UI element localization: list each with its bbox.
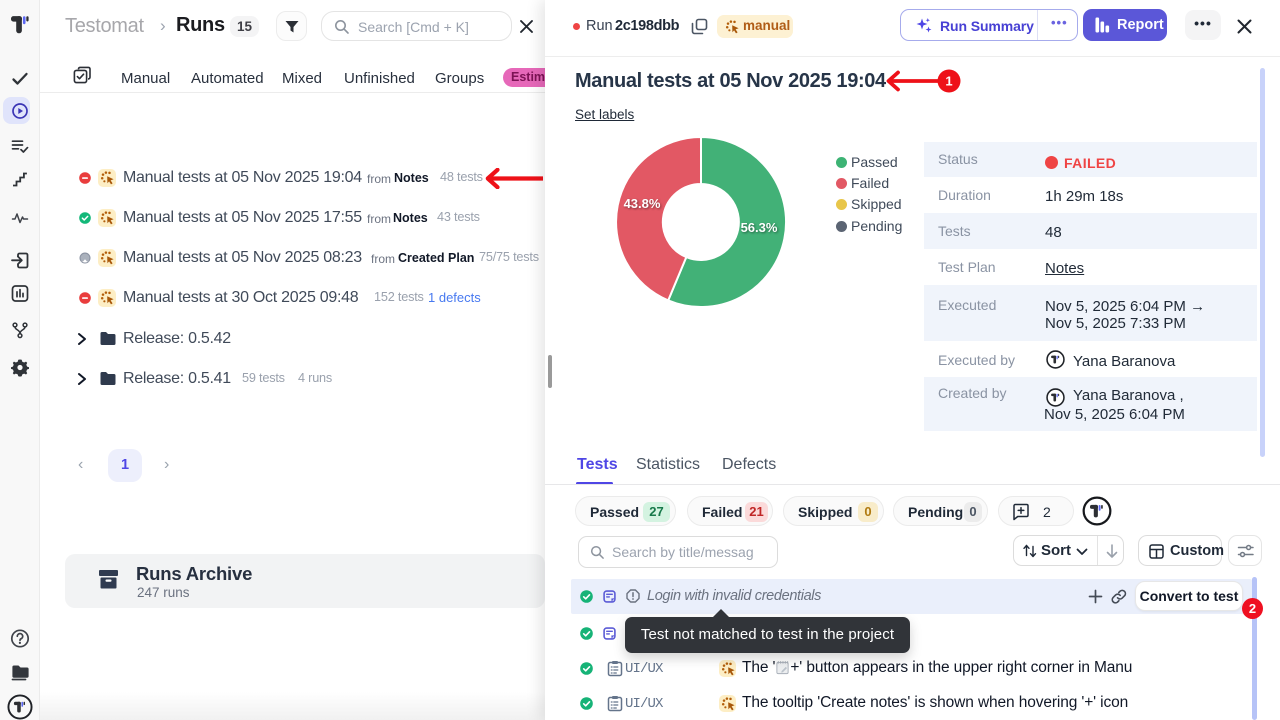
svg-text:43.8%: 43.8% <box>624 196 661 211</box>
svg-text:1: 1 <box>945 74 952 89</box>
svg-text:56.3%: 56.3% <box>741 220 778 235</box>
